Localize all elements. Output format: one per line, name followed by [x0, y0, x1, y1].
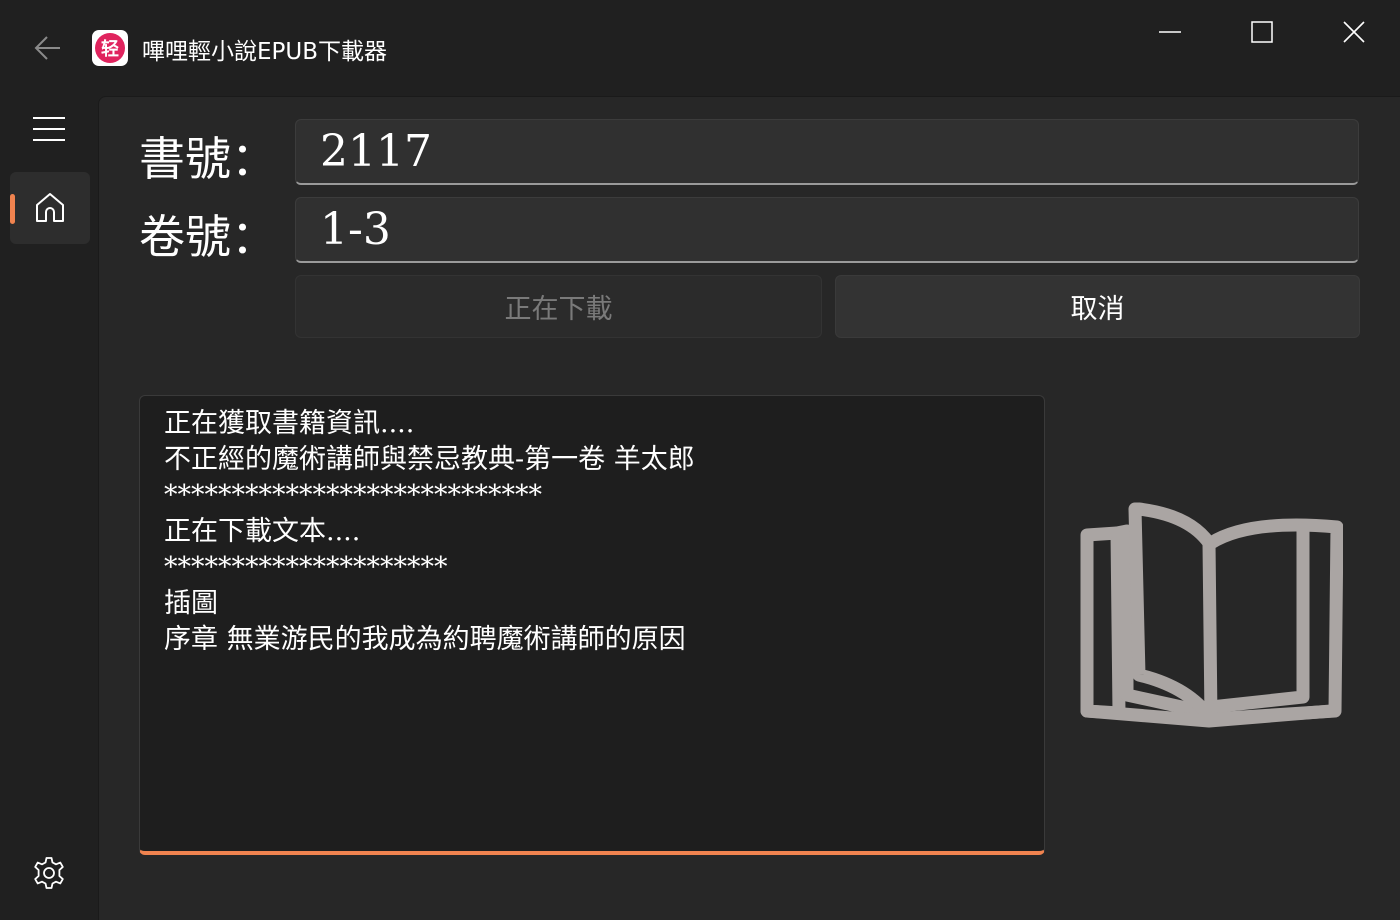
log-line: ********************* — [164, 552, 448, 583]
log-line: 插圖 — [164, 588, 218, 619]
navigation-rail — [0, 96, 98, 920]
close-icon — [1343, 21, 1365, 43]
hamburger-icon — [33, 117, 65, 141]
book-id-input[interactable] — [295, 119, 1359, 185]
app-logo-glyph: 轻 — [95, 33, 125, 63]
minimize-button[interactable] — [1124, 0, 1216, 64]
volume-label: 卷號： — [139, 210, 277, 264]
maximize-button[interactable] — [1216, 0, 1308, 64]
book-id-label: 書號： — [139, 132, 277, 186]
log-line: **************************** — [164, 480, 542, 511]
download-button[interactable]: 正在下載 — [295, 275, 822, 338]
maximize-icon — [1251, 21, 1273, 43]
selection-indicator — [10, 194, 15, 224]
menu-toggle-button[interactable] — [24, 106, 74, 152]
arrow-left-icon — [34, 36, 60, 60]
cancel-button[interactable]: 取消 — [835, 275, 1360, 338]
window-title: 嗶哩輕小說EPUB下載器 — [142, 39, 388, 65]
log-line: 正在下載文本.... — [164, 516, 361, 547]
close-button[interactable] — [1308, 0, 1400, 64]
volume-input[interactable] — [295, 197, 1359, 263]
settings-button[interactable] — [24, 848, 74, 898]
open-book-icon — [1080, 502, 1343, 728]
log-line: 不正經的魔術講師與禁忌教典-第一卷 羊太郎 — [164, 444, 695, 475]
log-output[interactable]: 正在獲取書籍資訊.... 不正經的魔術講師與禁忌教典-第一卷 羊太郎 *****… — [139, 395, 1045, 855]
nav-item-home[interactable] — [10, 172, 90, 244]
gear-icon — [34, 857, 64, 889]
minimize-icon — [1159, 31, 1181, 33]
log-line: 正在獲取書籍資訊.... — [164, 408, 415, 439]
main-content: 書號： 卷號： 正在下載 取消 正在獲取書籍資訊.... 不正經的魔術講師與禁忌… — [98, 96, 1400, 920]
app-logo: 轻 — [92, 30, 128, 66]
home-icon — [36, 193, 64, 222]
log-line: 序章 無業游民的我成為約聘魔術講師的原因 — [164, 624, 686, 655]
back-button[interactable] — [24, 28, 72, 68]
title-bar: 轻 嗶哩輕小說EPUB下載器 — [0, 0, 1400, 96]
